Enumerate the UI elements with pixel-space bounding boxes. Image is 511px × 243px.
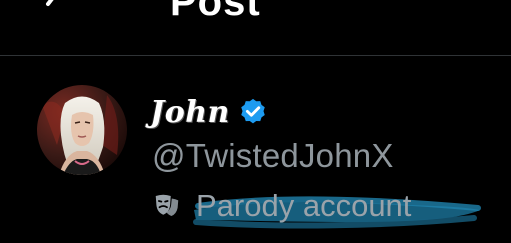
top-bar: Post [0,0,511,56]
theater-masks-icon [155,194,179,216]
display-name-row[interactable]: John [150,90,268,134]
page-title: Post [170,0,261,24]
avatar-image [37,85,127,175]
user-handle[interactable]: @TwistedJohnX [152,136,394,176]
parody-account-label: Parody account [152,186,411,226]
back-arrow-icon[interactable] [40,0,84,18]
avatar[interactable] [37,85,127,175]
parody-account-text: Parody account [196,188,412,223]
verified-badge-icon [241,98,265,124]
header-divider [0,55,511,56]
display-name: John [150,94,230,130]
